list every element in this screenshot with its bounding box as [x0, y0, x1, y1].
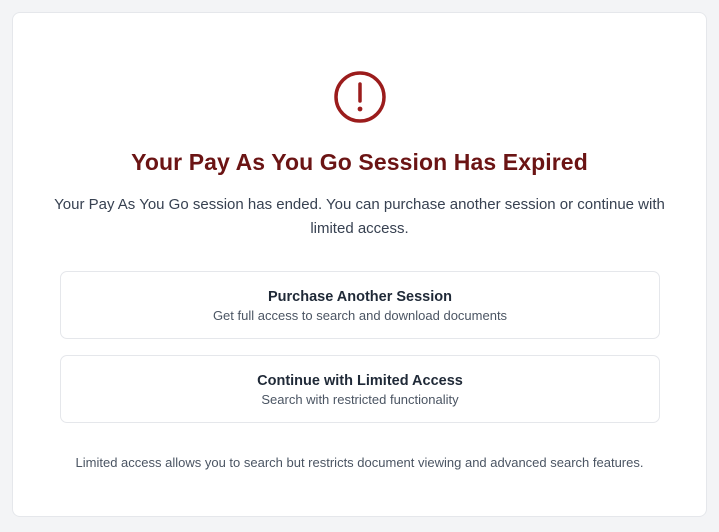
- continue-limited-subtitle: Search with restricted functionality: [261, 392, 459, 407]
- dialog-title: Your Pay As You Go Session Has Expired: [131, 149, 588, 175]
- session-expired-dialog: Your Pay As You Go Session Has Expired Y…: [12, 12, 707, 517]
- continue-limited-access-button[interactable]: Continue with Limited Access Search with…: [60, 355, 660, 423]
- exclamation-circle-icon: [333, 70, 387, 124]
- dialog-description: Your Pay As You Go session has ended. Yo…: [54, 196, 665, 237]
- alert-icon-container: [13, 70, 706, 124]
- purchase-session-button[interactable]: Purchase Another Session Get full access…: [60, 271, 660, 339]
- continue-limited-title: Continue with Limited Access: [257, 373, 463, 389]
- purchase-session-title: Purchase Another Session: [268, 289, 452, 305]
- purchase-session-subtitle: Get full access to search and download d…: [212, 308, 508, 323]
- limited-access-footnote: Limited access allows you to search but …: [75, 455, 644, 470]
